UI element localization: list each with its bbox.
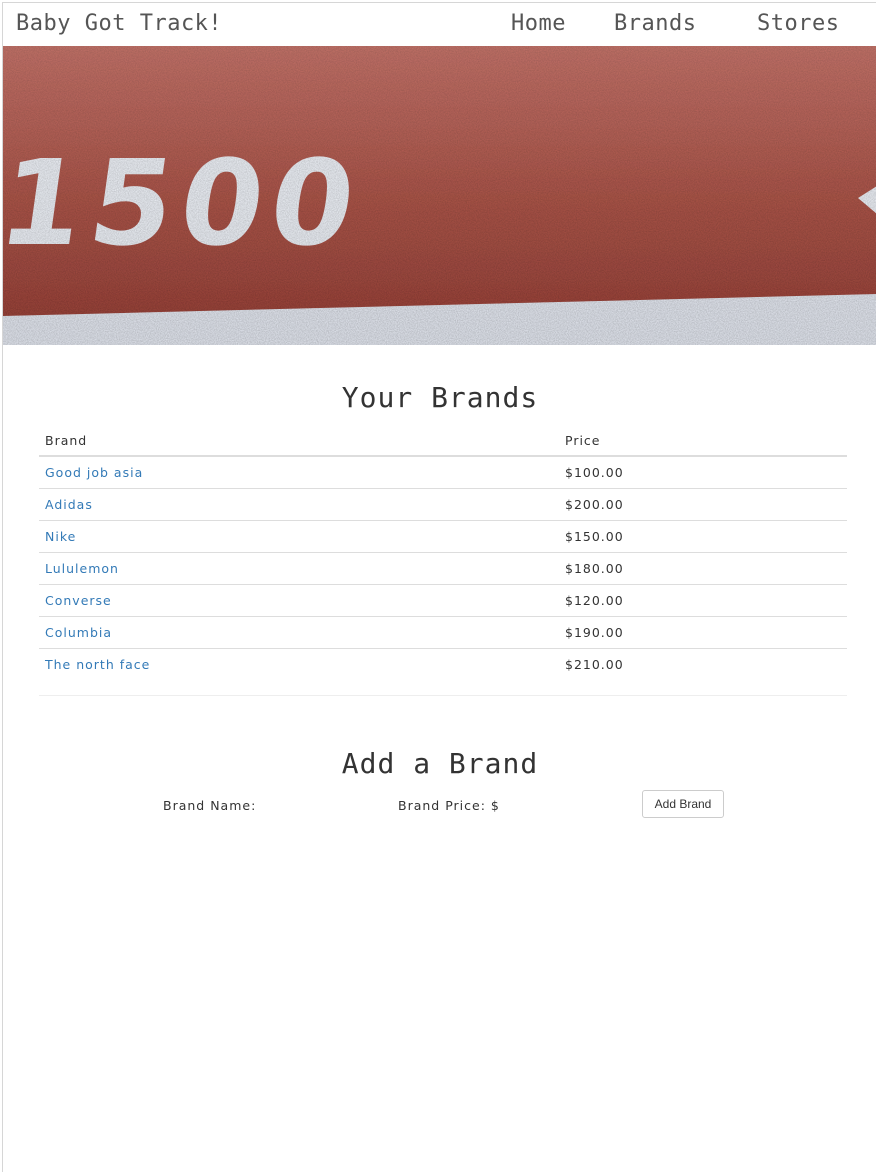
table-row: Nike $150.00 (39, 520, 847, 553)
column-header-brand: Brand (39, 425, 559, 457)
brand-price: $210.00 (565, 657, 624, 672)
site-title[interactable]: Baby Got Track! (16, 11, 222, 36)
column-header-price: Price (559, 425, 847, 457)
brand-price: $180.00 (559, 552, 847, 585)
nav-link-stores[interactable]: Stores (757, 11, 839, 36)
brand-link[interactable]: The north face (45, 657, 150, 672)
brand-link[interactable]: Adidas (45, 497, 93, 512)
brand-name-label: Brand Name: (163, 798, 257, 813)
brand-price: $200.00 (559, 488, 847, 521)
table-row: Lululemon $180.00 (39, 552, 847, 585)
table-row: Columbia $190.00 (39, 616, 847, 649)
table-header-row: Brand Price (39, 425, 847, 457)
brand-link[interactable]: Columbia (45, 625, 112, 640)
brand-price: $190.00 (559, 616, 847, 649)
brand-link[interactable]: Lululemon (45, 561, 119, 576)
brand-price-label: Brand Price: $ (398, 798, 500, 813)
nav-link-home[interactable]: Home (511, 11, 566, 36)
brand-link[interactable]: Good job asia (45, 465, 143, 480)
table-row: Adidas $200.00 (39, 488, 847, 521)
add-brand-button[interactable]: Add Brand (642, 790, 724, 818)
brand-link[interactable]: Converse (45, 593, 112, 608)
your-brands-heading: Your Brands (341, 381, 539, 414)
add-brand-heading: Add a Brand (341, 747, 539, 780)
brands-table: Brand Price Good job asia $100.00 Adidas… (39, 425, 847, 680)
hero-image: 1500 (3, 46, 876, 345)
brand-link[interactable]: Nike (45, 529, 76, 544)
brand-price: $120.00 (559, 584, 847, 617)
table-row: Good job asia $100.00 (39, 456, 847, 489)
brand-price: $100.00 (559, 456, 847, 489)
nav-link-brands[interactable]: Brands (614, 11, 696, 36)
table-row: The north face $210.00 (39, 649, 847, 681)
brand-price: $150.00 (559, 520, 847, 553)
page-frame: Baby Got Track! Home Brands Stores Your … (2, 2, 876, 1172)
track-photo: 1500 (3, 46, 876, 345)
navbar: Baby Got Track! Home Brands Stores (3, 3, 876, 46)
table-row: Converse $120.00 (39, 584, 847, 617)
section-divider (39, 695, 847, 696)
